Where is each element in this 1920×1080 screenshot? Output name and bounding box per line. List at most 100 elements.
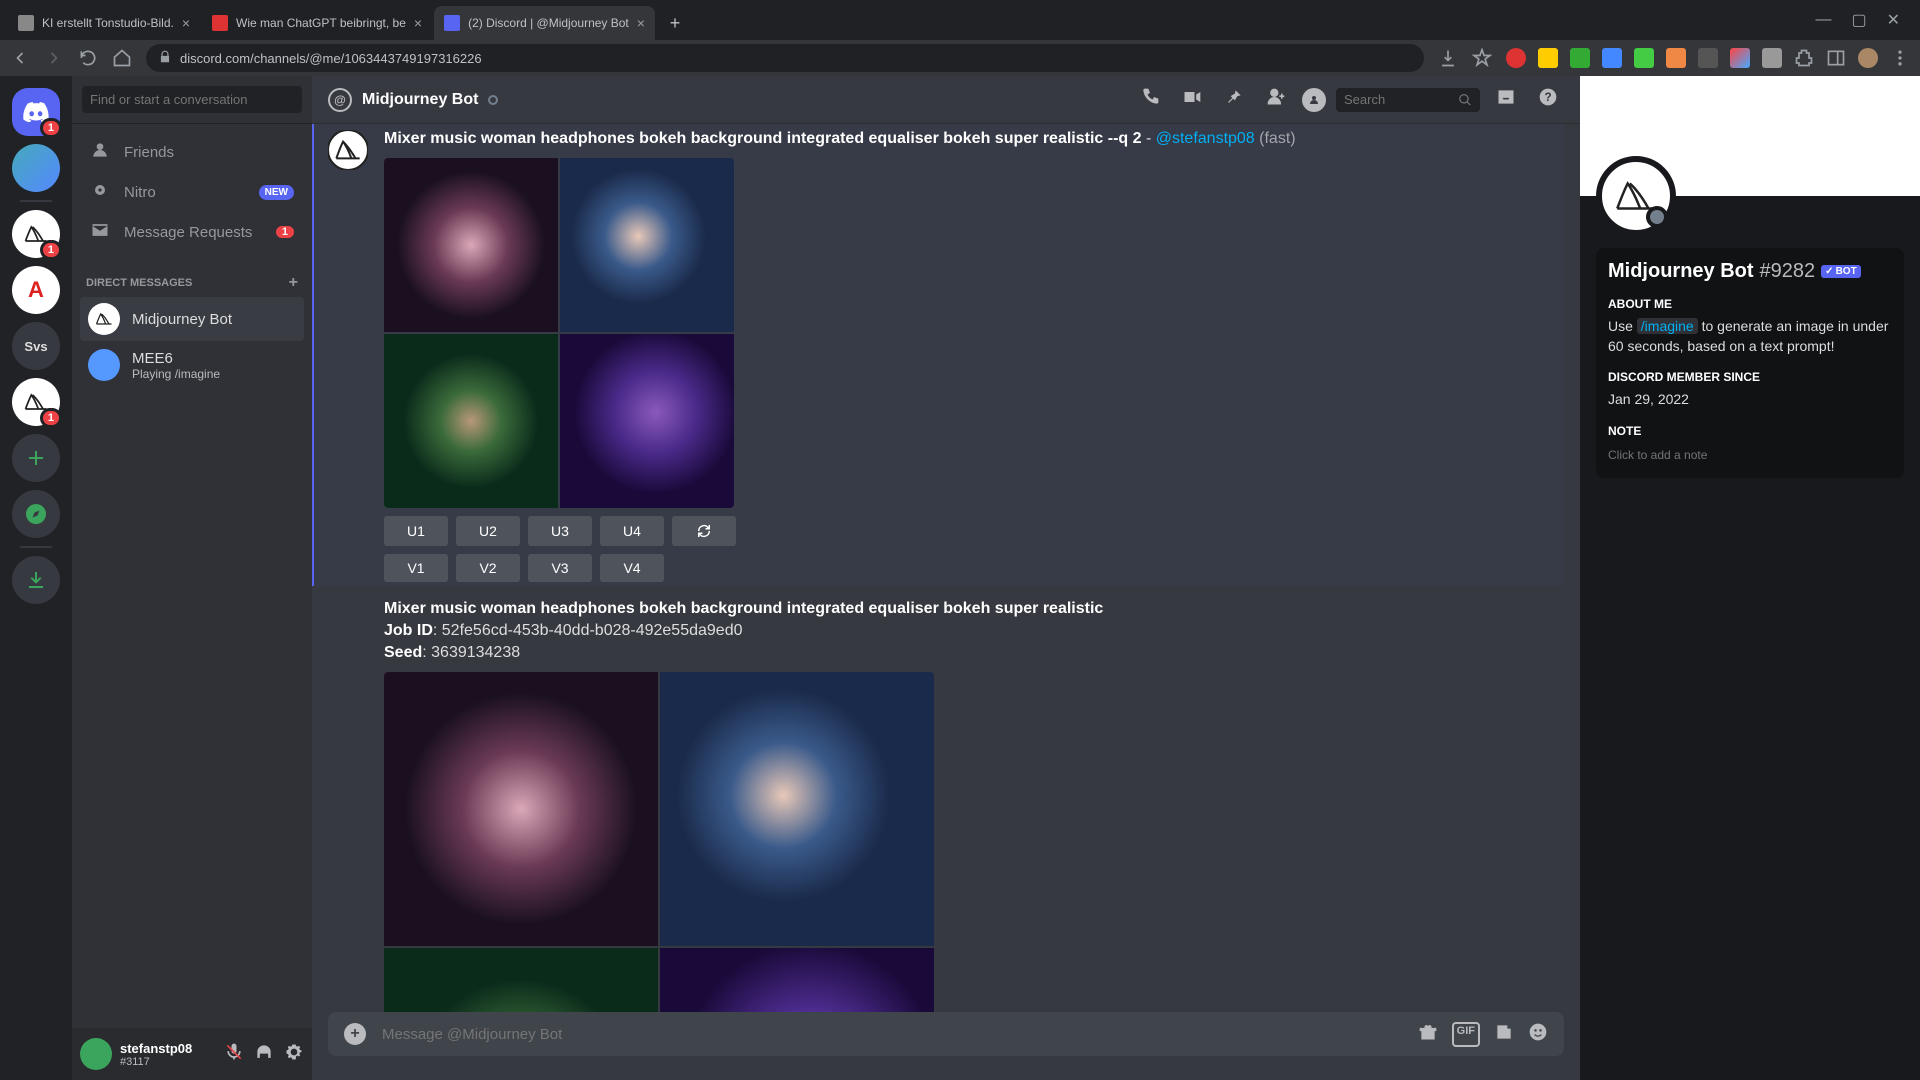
v3-button[interactable]: V3 [528, 554, 592, 582]
image-result-3[interactable] [384, 948, 658, 1012]
image-result-4[interactable] [660, 948, 934, 1012]
ext-green-icon[interactable] [1570, 48, 1590, 68]
profile-icon[interactable] [1302, 88, 1326, 112]
new-dm-button[interactable]: + [289, 274, 298, 292]
sidepanel-icon[interactable] [1826, 48, 1846, 68]
note-input[interactable] [1608, 444, 1892, 466]
bot-avatar[interactable] [328, 130, 368, 170]
profile-banner [1580, 76, 1920, 196]
attach-button[interactable]: + [344, 1023, 366, 1045]
image-result-2[interactable] [660, 672, 934, 946]
composer: + GIF [312, 1012, 1580, 1080]
server-icon-svs[interactable]: Svs [12, 322, 60, 370]
lock-icon [158, 50, 172, 67]
dm-item-mee6[interactable]: MEE6 Playing /imagine [80, 343, 304, 387]
menu-icon[interactable] [1890, 48, 1910, 68]
mute-mic-icon[interactable] [224, 1042, 244, 1067]
add-friends-icon[interactable] [1260, 87, 1292, 112]
help-icon[interactable]: ? [1532, 87, 1564, 112]
image-result-2[interactable] [560, 158, 734, 332]
server-icon-mj2[interactable]: 1 [12, 378, 60, 426]
forward-icon[interactable] [44, 48, 64, 68]
server-icon-1[interactable] [12, 144, 60, 192]
address-bar[interactable]: discord.com/channels/@me/106344374919731… [146, 44, 1424, 72]
profile-avatar[interactable] [1596, 156, 1676, 236]
at-icon: @ [328, 88, 352, 112]
voice-call-icon[interactable] [1134, 87, 1166, 112]
sticker-icon[interactable] [1494, 1022, 1514, 1047]
search-box[interactable] [1336, 88, 1480, 112]
pin-icon[interactable] [1218, 87, 1250, 112]
reroll-button[interactable] [672, 516, 736, 546]
u1-button[interactable]: U1 [384, 516, 448, 546]
image-grid[interactable] [384, 158, 734, 508]
emoji-icon[interactable] [1528, 1022, 1548, 1047]
explore-button[interactable] [12, 490, 60, 538]
settings-icon[interactable] [284, 1042, 304, 1067]
install-icon[interactable] [1438, 48, 1458, 68]
badge-count: 1 [40, 408, 62, 428]
deafen-icon[interactable] [254, 1042, 274, 1067]
u2-button[interactable]: U2 [456, 516, 520, 546]
v2-button[interactable]: V2 [456, 554, 520, 582]
close-icon[interactable]: × [182, 15, 190, 31]
browser-tab-2[interactable]: Wie man ChatGPT beibringt, be × [202, 6, 432, 40]
user-avatar[interactable] [80, 1038, 112, 1070]
extensions-icon[interactable] [1794, 48, 1814, 68]
minimize-icon[interactable]: — [1815, 11, 1831, 29]
server-icon-a[interactable]: A [12, 266, 60, 314]
ext-blue-icon[interactable] [1602, 48, 1622, 68]
extension-icons [1506, 48, 1910, 68]
video-call-icon[interactable] [1176, 87, 1208, 112]
ext-orange-icon[interactable] [1666, 48, 1686, 68]
message-input[interactable] [382, 1026, 1402, 1043]
image-result-1[interactable] [384, 672, 658, 946]
v4-button[interactable]: V4 [600, 554, 664, 582]
about-heading: ABOUT ME [1608, 297, 1892, 311]
home-icon[interactable] [112, 48, 132, 68]
image-result-1[interactable] [384, 158, 558, 332]
gift-icon[interactable] [1418, 1022, 1438, 1047]
v1-button[interactable]: V1 [384, 554, 448, 582]
home-dm-button[interactable]: 1 [12, 88, 60, 136]
u4-button[interactable]: U4 [600, 516, 664, 546]
browser-tab-1[interactable]: KI erstellt Tonstudio-Bild. × [8, 6, 200, 40]
ext-gray-icon[interactable] [1698, 48, 1718, 68]
reload-icon[interactable] [78, 48, 98, 68]
message-requests-nav[interactable]: Message Requests 1 [80, 212, 304, 252]
search-input[interactable] [1344, 92, 1458, 107]
inbox-icon[interactable] [1490, 87, 1522, 112]
friends-nav[interactable]: Friends [80, 132, 304, 172]
image-result-4[interactable] [560, 334, 734, 508]
ext-keep-icon[interactable] [1538, 48, 1558, 68]
ext-leaf-icon[interactable] [1634, 48, 1654, 68]
ext-dot-icon[interactable] [1762, 48, 1782, 68]
message-list[interactable]: Mixer music woman headphones bokeh backg… [312, 124, 1580, 1012]
profile-avatar-icon[interactable] [1858, 48, 1878, 68]
ext-abp-icon[interactable] [1506, 48, 1526, 68]
u3-button[interactable]: U3 [528, 516, 592, 546]
back-icon[interactable] [10, 48, 30, 68]
image-result-3[interactable] [384, 334, 558, 508]
dm-search-input[interactable] [82, 86, 302, 113]
ext-lens-icon[interactable] [1730, 48, 1750, 68]
new-tab-button[interactable]: + [661, 9, 689, 37]
friends-icon [90, 140, 110, 164]
star-icon[interactable] [1472, 48, 1492, 68]
gif-icon[interactable]: GIF [1452, 1022, 1480, 1047]
browser-tab-3[interactable]: (2) Discord | @Midjourney Bot × [434, 6, 655, 40]
nitro-nav[interactable]: Nitro NEW [80, 172, 304, 212]
download-apps-button[interactable] [12, 556, 60, 604]
maximize-icon[interactable]: ▢ [1851, 10, 1866, 30]
message-text: Mixer music woman headphones bokeh backg… [384, 128, 1564, 150]
dm-item-midjourney[interactable]: Midjourney Bot [80, 297, 304, 341]
search-icon [1458, 92, 1472, 108]
close-icon[interactable]: × [414, 15, 422, 31]
close-window-icon[interactable]: ✕ [1887, 10, 1900, 30]
close-icon[interactable]: × [637, 15, 645, 31]
mention[interactable]: @stefanstp08 [1156, 130, 1255, 147]
profile-name: Midjourney Bot [1608, 260, 1754, 283]
server-icon-mj[interactable]: 1 [12, 210, 60, 258]
image-grid-large[interactable] [384, 672, 934, 1012]
add-server-button[interactable] [12, 434, 60, 482]
